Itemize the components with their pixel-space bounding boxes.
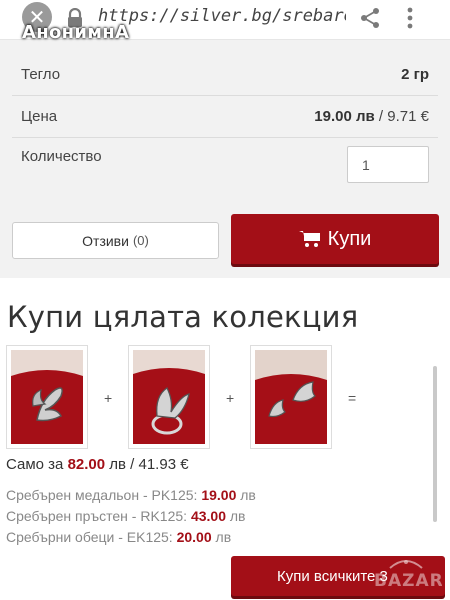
bazar-logo-icon: BAZAR bbox=[374, 560, 442, 591]
earrings-image bbox=[255, 350, 327, 444]
list-item: Сребърни обеци - EK125: 20.00 лв bbox=[6, 529, 231, 545]
pendant-image bbox=[11, 350, 83, 444]
quantity-row: Количество bbox=[12, 140, 438, 186]
item-name: Сребърен медальон - PK125: bbox=[6, 487, 202, 503]
item-currency: лв bbox=[211, 529, 232, 545]
weight-row: Тегло 2 гр bbox=[12, 54, 438, 96]
item-name: Сребърен пръстен - RK125: bbox=[6, 508, 191, 524]
item-currency: лв bbox=[236, 487, 256, 503]
product-details-panel: Тегло 2 гр Цена 19.00 лв / 9.71 € Количе… bbox=[0, 40, 450, 278]
reviews-label: Отзиви bbox=[82, 232, 129, 249]
list-item: Сребърен пръстен - RK125: 43.00 лв bbox=[6, 508, 246, 524]
item-name: Сребърни обеци - EK125: bbox=[6, 529, 177, 545]
plus-sign-2: + bbox=[226, 390, 235, 406]
item-price: 19.00 bbox=[201, 487, 237, 503]
url-bar[interactable]: https://silver.bg/srebaren-me bbox=[98, 6, 346, 26]
item-price: 43.00 bbox=[190, 508, 226, 524]
price-separator: / bbox=[374, 108, 388, 125]
more-vert-icon[interactable] bbox=[402, 5, 418, 31]
list-item: Сребърен медальон - PK125: 19.00 лв bbox=[6, 487, 256, 503]
bazar-logo-text: BAZAR bbox=[374, 571, 442, 591]
price-bgn: 19.00 лв bbox=[314, 108, 375, 125]
ring-image bbox=[133, 350, 205, 444]
price-label: Цена bbox=[21, 108, 58, 125]
total-bgn: 82.00 bbox=[67, 456, 106, 473]
reviews-count: (0) bbox=[132, 233, 149, 248]
total-suffix: лв / 41.93 € bbox=[105, 456, 189, 473]
collection-total: Само за 82.00 лв / 41.93 € bbox=[6, 456, 189, 473]
equals-sign: = bbox=[348, 390, 357, 406]
total-prefix: Само за bbox=[6, 456, 68, 473]
share-icon[interactable] bbox=[358, 6, 382, 30]
ring-thumbnail[interactable] bbox=[128, 345, 210, 449]
watermark-text: АнонимнА bbox=[22, 22, 130, 43]
weight-value: 2 гр bbox=[401, 66, 429, 83]
price-row: Цена 19.00 лв / 9.71 € bbox=[12, 96, 438, 138]
collection-title: Купи цялата колекция bbox=[7, 300, 359, 334]
quantity-input[interactable] bbox=[347, 146, 429, 183]
scrollbar[interactable] bbox=[433, 366, 437, 522]
quantity-label: Количество bbox=[21, 148, 102, 165]
reviews-button[interactable]: Отзиви (0) bbox=[12, 222, 219, 259]
buy-label: Купи bbox=[327, 227, 372, 250]
cart-icon bbox=[298, 231, 320, 247]
pendant-thumbnail[interactable] bbox=[6, 345, 88, 449]
plus-sign: + bbox=[104, 390, 113, 406]
buy-button[interactable]: Купи bbox=[231, 214, 439, 264]
item-price: 20.00 bbox=[176, 529, 212, 545]
price-eur: 9.71 € bbox=[387, 108, 429, 125]
item-currency: лв bbox=[226, 508, 246, 524]
weight-label: Тегло bbox=[21, 66, 61, 83]
earrings-thumbnail[interactable] bbox=[250, 345, 332, 449]
